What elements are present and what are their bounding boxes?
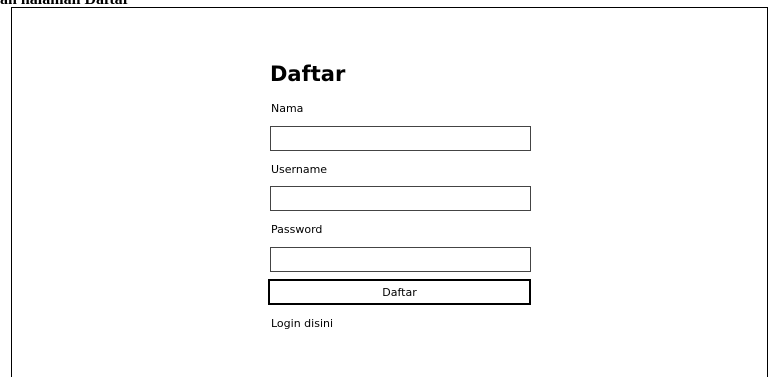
username-label: Username (271, 163, 328, 176)
nama-input[interactable] (270, 126, 531, 151)
nama-label: Nama (271, 102, 304, 115)
password-label: Password (271, 223, 323, 236)
password-input[interactable] (270, 247, 531, 272)
daftar-button[interactable]: Daftar (268, 279, 531, 305)
username-input[interactable] (270, 186, 531, 211)
form-title: Daftar (270, 62, 346, 86)
login-link[interactable]: Login disini (271, 317, 333, 331)
